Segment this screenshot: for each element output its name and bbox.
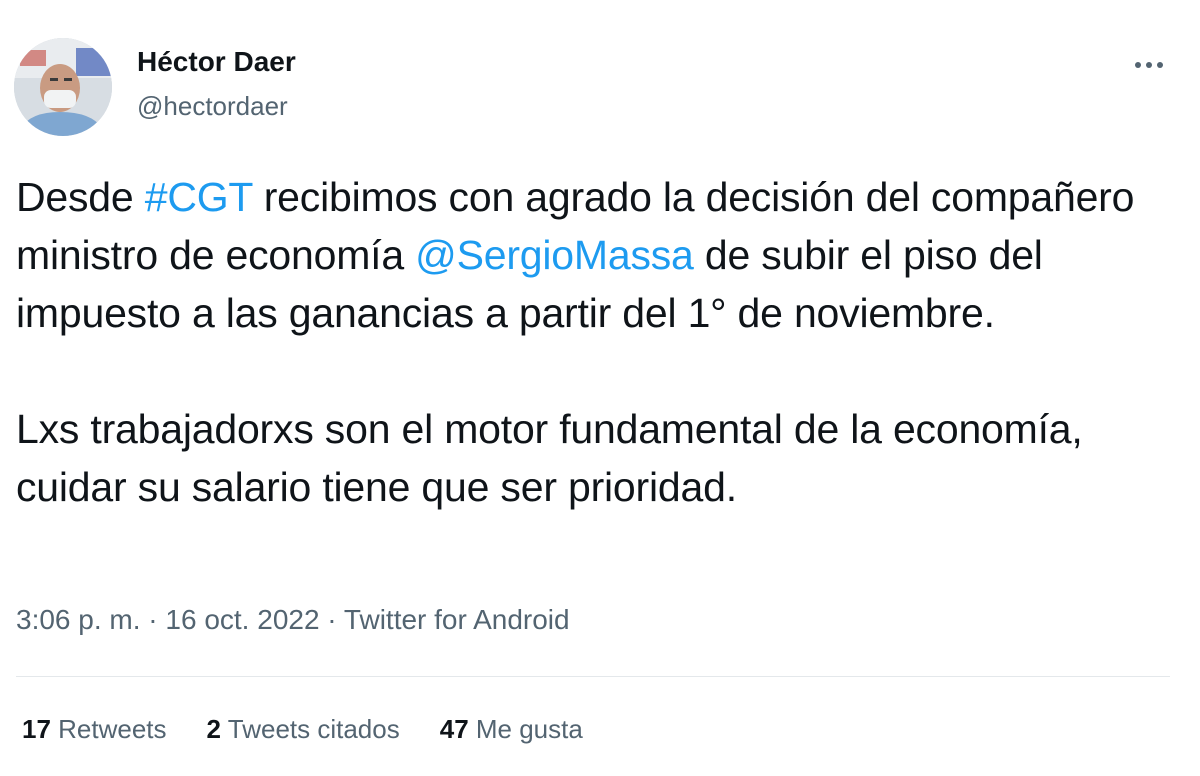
tweet-metadata: 3:06 p. m. · 16 oct. 2022 · Twitter for …	[16, 604, 570, 636]
tweet-time[interactable]: 3:06 p. m.	[16, 604, 141, 635]
tweet-text: Desde #CGT recibimos con agrado la decis…	[16, 168, 1176, 516]
tweet-source[interactable]: Twitter for Android	[344, 604, 570, 635]
tweet-paragraph-2: Lxs trabajadorxs son el motor fundamenta…	[16, 406, 1083, 510]
engagement-stats: 17 Retweets 2 Tweets citados 47 Me gusta	[22, 714, 583, 745]
mention-link-sergiomassa[interactable]: @SergioMassa	[415, 232, 694, 278]
more-horizontal-icon	[1135, 62, 1163, 68]
retweets-stat[interactable]: 17 Retweets	[22, 714, 167, 745]
retweets-label: Retweets	[50, 714, 167, 744]
retweets-count: 17	[22, 714, 51, 744]
quote-tweets-stat[interactable]: 2 Tweets citados	[207, 714, 400, 745]
tweet-text-part: Desde	[16, 174, 145, 220]
likes-stat[interactable]: 47 Me gusta	[440, 714, 583, 745]
hashtag-link-cgt[interactable]: #CGT	[145, 174, 253, 220]
quote-tweets-count: 2	[206, 714, 221, 744]
meta-separator: ·	[140, 604, 166, 635]
meta-separator: ·	[319, 604, 344, 635]
tweet-date[interactable]: 16 oct. 2022	[165, 604, 319, 635]
divider	[16, 676, 1170, 677]
tweet-paragraph-1: Desde #CGT recibimos con agrado la decis…	[16, 168, 1176, 342]
likes-count: 47	[439, 714, 469, 744]
likes-label: Me gusta	[468, 714, 583, 744]
author-handle[interactable]: @hectordaer	[137, 91, 288, 122]
quote-tweets-label: Tweets citados	[221, 714, 400, 744]
avatar[interactable]	[14, 38, 112, 136]
tweet-card: Héctor Daer @hectordaer Desde #CGT recib…	[0, 0, 1200, 776]
author-display-name[interactable]: Héctor Daer	[137, 46, 296, 78]
avatar-photo	[14, 38, 112, 136]
more-options-button[interactable]	[1126, 50, 1172, 80]
